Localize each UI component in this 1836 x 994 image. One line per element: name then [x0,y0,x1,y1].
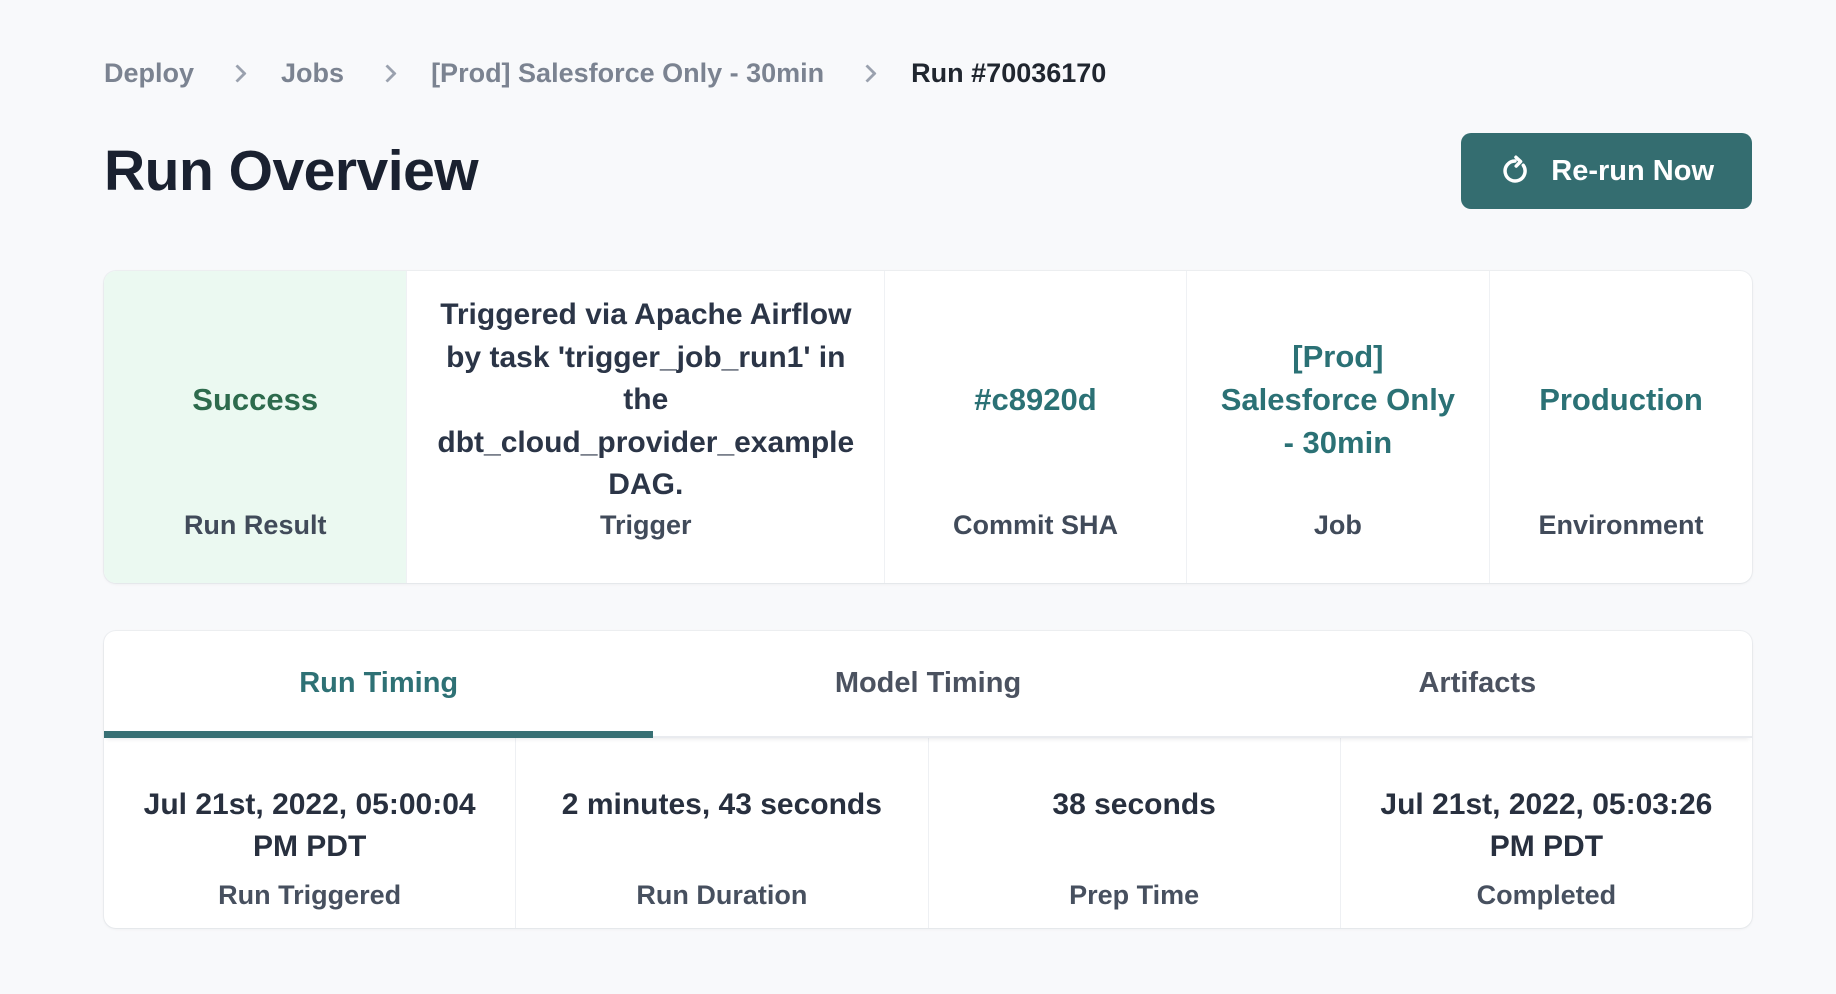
timing-cell-prep-time: 38 seconds Prep Time [928,738,1340,928]
timing-cell-run-duration: 2 minutes, 43 seconds Run Duration [515,738,927,928]
commit-sha-label: Commit SHA [953,510,1118,541]
prep-time-label: Prep Time [929,880,1340,911]
breadcrumb-item-job-name[interactable]: [Prod] Salesforce Only - 30min [431,58,824,89]
chevron-right-icon [378,64,396,82]
tab-run-timing[interactable]: Run Timing [104,631,653,736]
environment-label: Environment [1538,510,1703,541]
run-result-label: Run Result [184,510,327,541]
timing-cell-run-triggered: Jul 21st, 2022, 05:00:04 PM PDT Run Trig… [104,738,515,928]
breadcrumb-item-run-number: Run #70036170 [911,58,1106,89]
run-overview-page: Deploy Jobs [Prod] Salesforce Only - 30m… [0,0,1836,928]
run-triggered-label: Run Triggered [104,880,515,911]
rerun-now-button-label: Re-run Now [1551,155,1714,188]
card-commit-sha: #c8920d Commit SHA [884,271,1186,583]
breadcrumb-item-jobs[interactable]: Jobs [281,58,344,89]
card-environment: Production Environment [1489,271,1752,583]
commit-sha-link[interactable]: #c8920d [974,379,1096,422]
breadcrumb-item-deploy[interactable]: Deploy [104,58,194,89]
job-link[interactable]: [Prod] Salesforce Only - 30min [1217,336,1459,464]
card-run-result: Success Run Result [104,271,406,583]
run-duration-value: 2 minutes, 43 seconds [516,784,927,880]
prep-time-value: 38 seconds [929,784,1340,880]
card-job: [Prod] Salesforce Only - 30min Job [1186,271,1489,583]
run-timing-row: Jul 21st, 2022, 05:00:04 PM PDT Run Trig… [104,738,1752,928]
trigger-label: Trigger [600,510,692,541]
refresh-icon [1499,155,1531,187]
card-trigger: Triggered via Apache Airflow by task 'tr… [406,271,884,583]
tab-bar: Run Timing Model Timing Artifacts [104,631,1752,738]
trigger-value: Triggered via Apache Airflow by task 'tr… [437,294,854,507]
run-summary-panel: Success Run Result Triggered via Apache … [104,271,1752,583]
job-label: Job [1314,510,1362,541]
chevron-right-icon [858,64,876,82]
timing-cell-completed: Jul 21st, 2022, 05:03:26 PM PDT Complete… [1340,738,1752,928]
run-triggered-value: Jul 21st, 2022, 05:00:04 PM PDT [104,784,515,880]
chevron-right-icon [228,64,246,82]
completed-label: Completed [1341,880,1752,911]
breadcrumb: Deploy Jobs [Prod] Salesforce Only - 30m… [104,58,1752,89]
run-duration-label: Run Duration [516,880,927,911]
page-title: Run Overview [104,138,478,204]
tab-model-timing[interactable]: Model Timing [653,631,1202,736]
completed-value: Jul 21st, 2022, 05:03:26 PM PDT [1341,784,1752,880]
tab-artifacts[interactable]: Artifacts [1203,631,1752,736]
run-detail-panel: Run Timing Model Timing Artifacts Jul 21… [104,631,1752,928]
run-result-value: Success [192,378,318,422]
environment-link[interactable]: Production [1539,379,1703,422]
page-header: Run Overview Re-run Now [104,133,1752,209]
rerun-now-button[interactable]: Re-run Now [1461,133,1752,209]
